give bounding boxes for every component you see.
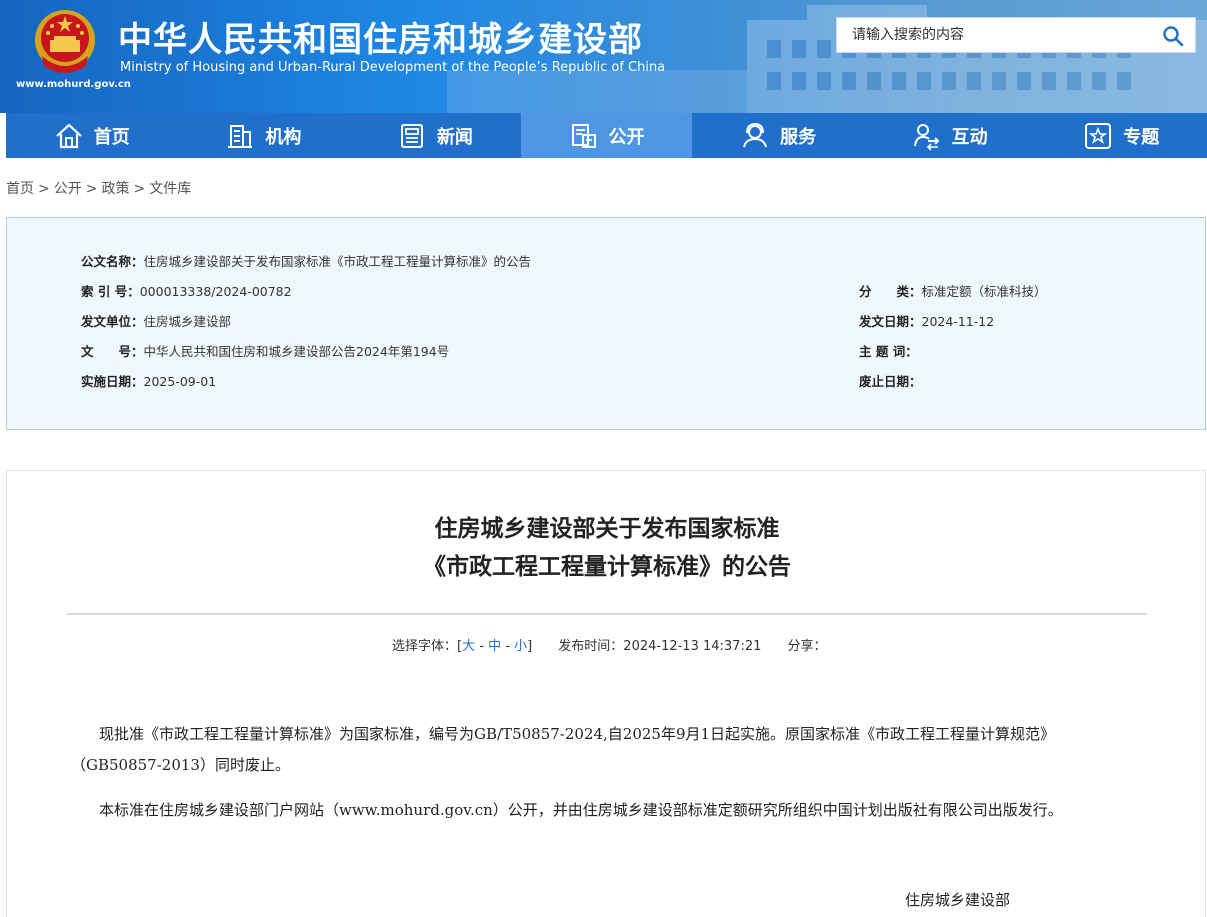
site-title[interactable]: 中华人民共和国住房和城乡建设部: [118, 12, 643, 61]
nav-label: 首页: [93, 126, 130, 148]
interact-icon: [913, 123, 940, 151]
share-label: 分享：: [787, 639, 827, 654]
article-container: 住房城乡建设部关于发布国家标准 《市政工程工程量计算标准》的公告 选择字体：[大…: [6, 470, 1206, 917]
meta-label: 发文单位：: [81, 314, 144, 329]
nav-label: 服务: [780, 126, 817, 148]
breadcrumb-separator: >: [38, 181, 50, 197]
font-size-large[interactable]: 大: [462, 639, 475, 654]
article-paragraph-2: 本标准在住房城乡建设部门户网站（www.mohurd.gov.cn）公开，并由住…: [99, 801, 1063, 819]
nav-item-interact[interactable]: 互动: [864, 113, 1036, 158]
site-header: www.mohurd.gov.cn 中华人民共和国住房和城乡建设部 Minist…: [0, 0, 1207, 113]
meta-label: 实施日期：: [81, 374, 144, 389]
meta-value: 住房城乡建设部: [143, 314, 232, 329]
search-icon[interactable]: [1161, 24, 1185, 48]
meta-label: 发文日期：: [859, 314, 922, 329]
meta-label: 分 类：: [859, 284, 922, 299]
nav-label: 互动: [951, 126, 988, 148]
font-size-medium[interactable]: 中: [488, 639, 501, 654]
font-size-label: 选择字体：[: [392, 639, 463, 654]
nav-item-home[interactable]: 首页: [6, 113, 178, 158]
breadcrumb-separator: >: [133, 181, 146, 197]
meta-label: 文 号：: [81, 344, 144, 359]
title-divider: [67, 613, 1147, 615]
meta-label: 废止日期：: [859, 374, 922, 389]
article-paragraph-1-line2: （GB50857-2013）同时废止。: [71, 756, 290, 774]
meta-abolish-date: 废止日期：: [859, 371, 922, 390]
nav-item-topic[interactable]: 专题: [1035, 113, 1207, 158]
font-size-close: ]: [527, 639, 533, 654]
meta-value: 住房城乡建设部关于发布国家标准《市政工程工程量计算标准》的公告: [143, 254, 532, 269]
meta-label: 主 题 词：: [859, 344, 918, 359]
breadcrumb-library[interactable]: 文件库: [149, 181, 191, 197]
publish-time-label: 发布时间：: [558, 639, 624, 654]
site-url: www.mohurd.gov.cn: [16, 79, 131, 90]
nav-item-news[interactable]: 新闻: [349, 113, 521, 158]
nav-label: 机构: [265, 126, 302, 148]
meta-value: 2025-09-01: [143, 374, 217, 389]
breadcrumb: 首页 > 公开 > 政策 > 文件库: [6, 178, 191, 198]
meta-value: 中华人民共和国住房和城乡建设部公告2024年第194号: [143, 344, 450, 359]
site-subtitle-en: Ministry of Housing and Urban-Rural Deve…: [120, 60, 666, 75]
service-icon: [743, 122, 768, 147]
search-box: [836, 17, 1196, 53]
news-icon: [400, 123, 423, 148]
publish-time: 2024-12-13 14:37:21: [623, 639, 762, 654]
meta-value: 标准定额（标准科技）: [921, 284, 1047, 299]
document-meta-box: 公文名称：住房城乡建设部关于发布国家标准《市政工程工程量计算标准》的公告 索 引…: [6, 217, 1206, 430]
main-nav: 首页 机构 新闻 公开 服务 互动 专题: [6, 113, 1207, 158]
meta-label: 公文名称：: [81, 254, 144, 269]
nav-label: 专题: [1123, 126, 1160, 148]
article-info-line: 选择字体：[大 - 中 - 小] 发布时间：2024-12-13 14:37:2…: [392, 639, 827, 654]
breadcrumb-separator: >: [85, 181, 98, 197]
meta-value: 000013338/2024-00782: [139, 284, 292, 299]
breadcrumb-home[interactable]: 首页: [6, 181, 34, 197]
article-paragraph-1-line1: 现批准《市政工程工程量计算标准》为国家标准，编号为GB/T50857-2024,…: [99, 725, 1056, 743]
nav-label: 新闻: [436, 126, 473, 148]
nav-item-disclosure[interactable]: 公开: [520, 113, 693, 158]
meta-value: 2024-11-12: [921, 314, 995, 329]
nav-item-org[interactable]: 机构: [178, 113, 350, 158]
font-size-small[interactable]: 小: [514, 639, 527, 654]
meta-keywords: 主 题 词：: [859, 341, 918, 360]
meta-issue-date: 发文日期：2024-11-12: [859, 311, 994, 330]
search-input[interactable]: [837, 18, 1147, 52]
article-signature: 住房城乡建设部: [905, 891, 1011, 909]
nav-item-service[interactable]: 服务: [692, 113, 864, 158]
meta-label: 索 引 号：: [81, 284, 140, 299]
meta-doc-number: 文 号：中华人民共和国住房和城乡建设部公告2024年第194号: [81, 341, 449, 360]
meta-impl-date: 实施日期：2025-09-01: [81, 371, 216, 390]
breadcrumb-disclosure[interactable]: 公开: [54, 181, 82, 197]
topic-star-icon: [1085, 122, 1112, 149]
nav-label: 公开: [608, 126, 645, 148]
breadcrumb-policy[interactable]: 政策: [101, 181, 129, 197]
home-icon: [56, 123, 82, 148]
meta-category: 分 类：标准定额（标准科技）: [859, 281, 1047, 300]
national-emblem-icon: [35, 10, 95, 73]
building-icon: [228, 124, 253, 148]
disclosure-icon: [571, 123, 596, 148]
meta-issuer: 发文单位：住房城乡建设部: [81, 311, 231, 330]
article-title-line2: 《市政工程工程量计算标准》的公告: [423, 553, 791, 580]
meta-doc-name: 公文名称：住房城乡建设部关于发布国家标准《市政工程工程量计算标准》的公告: [81, 251, 531, 270]
article-title-line1: 住房城乡建设部关于发布国家标准: [434, 515, 780, 542]
meta-index: 索 引 号：000013338/2024-00782: [81, 281, 292, 300]
